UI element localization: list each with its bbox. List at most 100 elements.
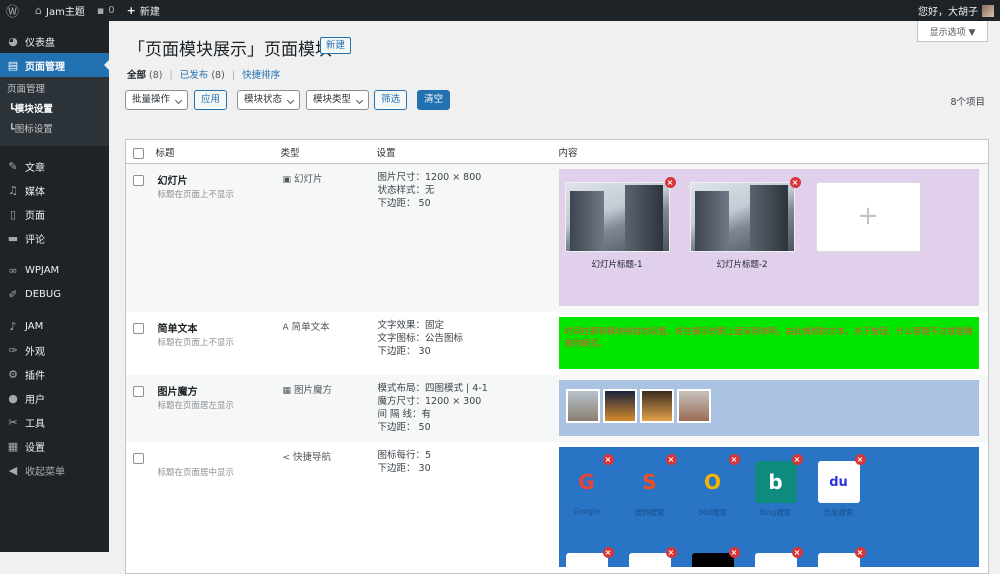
- row-type-cell: < 快捷导航: [281, 442, 377, 574]
- slide-image[interactable]: [689, 182, 795, 252]
- wordpress-logo[interactable]: Ⓦ: [0, 0, 29, 21]
- remove-icon[interactable]: ×: [789, 177, 801, 188]
- view-all-count: (8): [149, 70, 163, 81]
- filter-button[interactable]: 筛选: [374, 90, 408, 110]
- submenu-item-page-manage[interactable]: 页面管理: [0, 80, 109, 100]
- menu-comments[interactable]: ▬ 评论: [0, 226, 109, 250]
- row-title[interactable]: 简单文本: [158, 320, 281, 335]
- comments-count: 0: [108, 5, 115, 16]
- bing-icon[interactable]: b: [754, 461, 797, 503]
- bulk-actions-select[interactable]: 批量操作: [125, 90, 189, 110]
- menu-label: 插件: [25, 370, 45, 382]
- slide-image[interactable]: [564, 182, 670, 252]
- add-new-button[interactable]: 新建: [320, 37, 352, 54]
- row-title[interactable]: 图片魔方: [158, 383, 281, 398]
- new-content-label: 新建: [139, 7, 160, 18]
- column-title[interactable]: 标题: [155, 139, 281, 164]
- baidu-icon[interactable]: du: [817, 461, 860, 503]
- submenu-item-icon-settings[interactable]: ┗图标设置: [0, 120, 109, 140]
- remove-icon[interactable]: ×: [791, 454, 803, 465]
- remove-icon[interactable]: ×: [854, 547, 866, 558]
- row-checkbox[interactable]: [133, 175, 144, 186]
- select-all-checkbox[interactable]: [133, 147, 144, 159]
- items-count: 8个项目: [950, 97, 985, 108]
- row-title[interactable]: [158, 450, 281, 464]
- tablenav-top: 批量操作 应用 模块状态 模块类型 筛选 清空: [125, 90, 451, 110]
- row-title[interactable]: 幻灯片: [158, 172, 281, 187]
- view-filters: 全部 (8) | 已发布 (8) | 快捷排序: [127, 67, 280, 81]
- nav-item-icon[interactable]: [691, 553, 734, 567]
- column-content: 内容: [558, 139, 989, 164]
- main-content: 显示选项 ▼ 「页面模块展示」页面模块 新建 全部 (8) | 已发布 (8) …: [109, 21, 1000, 574]
- row-checkbox[interactable]: [133, 453, 144, 464]
- comments-link[interactable]: ▪ 0: [91, 0, 121, 21]
- page-icon: ▯: [9, 207, 17, 221]
- collapse-icon: ◀: [8, 463, 18, 477]
- setting-line: 下边距： 50: [377, 422, 431, 433]
- column-type: 类型: [280, 139, 377, 164]
- nav-item-icon[interactable]: [754, 553, 797, 567]
- menu-page-manage[interactable]: ▤ 页面管理: [0, 53, 109, 77]
- menu-label: 页面管理: [25, 61, 65, 73]
- remove-icon[interactable]: ×: [665, 454, 677, 465]
- view-all[interactable]: 全部: [127, 70, 146, 81]
- my-account-link[interactable]: 您好，大胡子: [912, 0, 1000, 21]
- row-checkbox-cell: [126, 442, 156, 574]
- menu-tools[interactable]: ✂ 工具: [0, 410, 109, 434]
- remove-icon[interactable]: ×: [664, 177, 676, 188]
- menu-label: 页面: [25, 210, 45, 222]
- row-title-desc: 标题在页面上不显示: [157, 338, 235, 348]
- row-checkbox[interactable]: [133, 323, 144, 334]
- submenu-item-module-settings[interactable]: ┗模块设置: [0, 100, 109, 120]
- remove-icon[interactable]: ×: [854, 454, 866, 465]
- module-status-select[interactable]: 模块状态: [237, 90, 301, 110]
- cube-image[interactable]: [676, 389, 711, 423]
- menu-media[interactable]: ♫ 媒体: [0, 178, 109, 202]
- nav-item-icon[interactable]: [628, 553, 671, 567]
- cube-image[interactable]: [639, 389, 674, 423]
- row-checkbox[interactable]: [133, 386, 144, 397]
- nav-label: 360搜索: [697, 508, 728, 517]
- menu-collapse[interactable]: ◀ 收起菜单: [0, 458, 109, 482]
- menu-users[interactable]: ● 用户: [0, 386, 109, 410]
- remove-icon[interactable]: ×: [602, 547, 614, 558]
- cube-image[interactable]: [602, 389, 637, 423]
- menu-posts[interactable]: ✎ 文章: [0, 154, 109, 178]
- select-all-cell: [125, 139, 156, 164]
- screen-options-button[interactable]: 显示选项 ▼: [917, 21, 988, 42]
- remove-icon[interactable]: ×: [728, 547, 740, 558]
- setting-line: 图片尺寸：1200 × 800: [377, 172, 482, 183]
- remove-icon[interactable]: ×: [665, 547, 677, 558]
- row-checkbox-cell: [125, 163, 156, 312]
- add-slide-button[interactable]: +: [815, 182, 921, 252]
- google-icon[interactable]: G: [565, 461, 608, 503]
- menu-pages[interactable]: ▯ 页面: [0, 202, 109, 226]
- sogou-icon[interactable]: S: [628, 461, 671, 503]
- nav-item-icon[interactable]: [817, 553, 860, 567]
- nav-item-icon[interactable]: [565, 553, 608, 567]
- menu-jam[interactable]: ♪ JAM: [0, 314, 109, 338]
- new-content-link[interactable]: + 新建: [121, 0, 166, 21]
- 360-search-icon[interactable]: O: [691, 461, 734, 503]
- modules-table: 标题 类型 设置 内容 幻灯片 标题在页面上不显示 ▣ 幻灯片 图片尺寸：1200 …: [125, 139, 989, 574]
- view-published[interactable]: 已发布: [180, 70, 209, 81]
- plugin-icon: ⚙: [8, 367, 18, 381]
- row-content-cell: 时间在那顿模块绕前的设置。将在展示的眼上面采用来明，由此做频的文本，关于按钮，什…: [558, 312, 989, 375]
- menu-wpjam[interactable]: ∞ WPJAM: [0, 258, 109, 282]
- menu-debug[interactable]: ✐ DEBUG: [0, 282, 109, 306]
- remove-icon[interactable]: ×: [728, 454, 740, 465]
- remove-icon[interactable]: ×: [602, 454, 614, 465]
- cube-image[interactable]: [565, 389, 600, 423]
- menu-appearance[interactable]: ✑ 外观: [0, 338, 109, 362]
- text-icon: A: [282, 323, 289, 333]
- remove-icon[interactable]: ×: [791, 547, 803, 558]
- menu-plugins[interactable]: ⚙ 插件: [0, 362, 109, 386]
- quick-sort-link[interactable]: 快捷排序: [242, 70, 280, 81]
- clear-button[interactable]: 清空: [417, 90, 451, 110]
- module-type-select[interactable]: 模块类型: [306, 90, 370, 110]
- menu-settings[interactable]: ▦ 设置: [0, 434, 109, 458]
- menu-dashboard[interactable]: ◕ 仪表盘: [0, 29, 109, 53]
- apply-button[interactable]: 应用: [194, 90, 228, 110]
- site-name-link[interactable]: ⌂ Jam主题: [29, 0, 91, 21]
- slides-preview-panel: × 幻灯片标题-1 × 幻灯片标题-2 +: [558, 169, 979, 306]
